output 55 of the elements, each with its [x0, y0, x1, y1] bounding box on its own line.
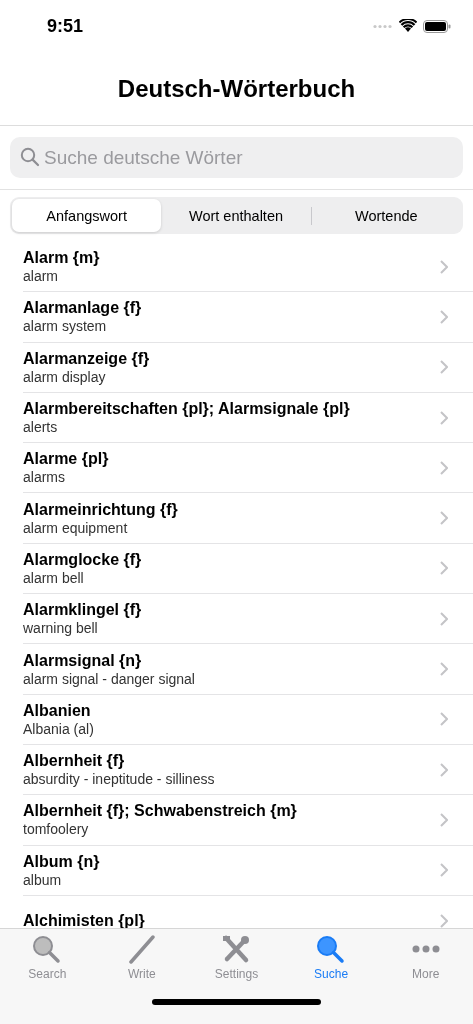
search-icon — [20, 147, 40, 167]
chevron-icon — [440, 360, 448, 375]
entry-translation: alarms — [23, 469, 66, 486]
chevron-icon — [440, 611, 448, 626]
chevron-icon — [440, 712, 448, 727]
entry-term[interactable]: Alarmeinrichtung {f} — [23, 500, 440, 519]
chevron-icon — [440, 762, 448, 777]
segment-tab[interactable]: Wortende — [311, 199, 461, 232]
entry-term[interactable]: Alarme {pl} — [23, 450, 440, 469]
entry-translation: alarm equipment — [23, 519, 129, 536]
entry-translation: alarm display — [23, 368, 107, 385]
entry-translation: alarm signal - danger signal — [23, 670, 196, 687]
entry-translation: alerts — [23, 419, 59, 436]
wifi-icon — [399, 19, 417, 33]
entry-translation: alarm system — [23, 318, 108, 335]
chevron-icon — [440, 662, 448, 676]
entry-term[interactable]: Alchimisten {pl} — [23, 911, 440, 928]
entry-term[interactable]: Albernheit {f}; Schwabenstreich {m} — [23, 802, 440, 821]
chevron-icon — [440, 863, 448, 878]
entry-translation: alarm bell — [23, 569, 85, 586]
chevron-icon — [440, 410, 448, 425]
tools-icon — [221, 934, 252, 964]
entry-translation: album — [23, 871, 63, 888]
chevron-icon — [440, 259, 448, 274]
entry-translation: tomfoolery — [23, 821, 90, 838]
chevron-icon — [440, 309, 448, 324]
search-field[interactable]: Suche deutsche Wörter — [10, 137, 463, 178]
entry-term[interactable]: Alarmanzeige {f} — [23, 349, 440, 368]
more-icon — [410, 945, 441, 953]
entry-term[interactable]: Alarmklingel {f} — [23, 601, 440, 620]
chevron-icon — [440, 812, 448, 827]
chevron-icon — [440, 511, 448, 526]
chevron-icon — [440, 460, 448, 475]
entry-translation: Albania (al) — [23, 720, 95, 737]
entry-translation: absurdity - ineptitude - silliness — [23, 771, 216, 788]
chevron-icon — [440, 561, 448, 576]
entry-translation: warning bell — [23, 620, 99, 637]
entry-term[interactable]: Alarmglocke {f} — [23, 550, 440, 569]
status-time: 9:51 — [47, 15, 84, 37]
entry-translation: alarm — [23, 268, 59, 285]
signal-icon — [373, 23, 393, 29]
entry-term[interactable]: Albanien — [23, 701, 440, 720]
battery-icon — [423, 19, 451, 33]
tab-bar-item[interactable]: Suche — [283, 934, 379, 981]
segment-tab[interactable]: Anfangswort — [12, 199, 162, 232]
entry-term[interactable]: Alarm {m} — [23, 249, 440, 268]
entry-term[interactable]: Alarmsignal {n} — [23, 651, 440, 670]
entry-term[interactable]: Album {n} — [23, 852, 440, 871]
entry-term[interactable]: Alarmanlage {f} — [23, 299, 440, 318]
chevron-icon — [440, 913, 448, 928]
segment-tab[interactable]: Wort enthalten — [161, 199, 311, 232]
entry-term[interactable]: Alarmbereitschaften {pl}; Alarmsignale {pl} — [23, 400, 440, 419]
pencil-icon — [126, 934, 157, 964]
entry-term[interactable]: Albernheit {f} — [23, 752, 440, 771]
screen-title: Deutsch-Wörterbuch — [117, 74, 356, 103]
